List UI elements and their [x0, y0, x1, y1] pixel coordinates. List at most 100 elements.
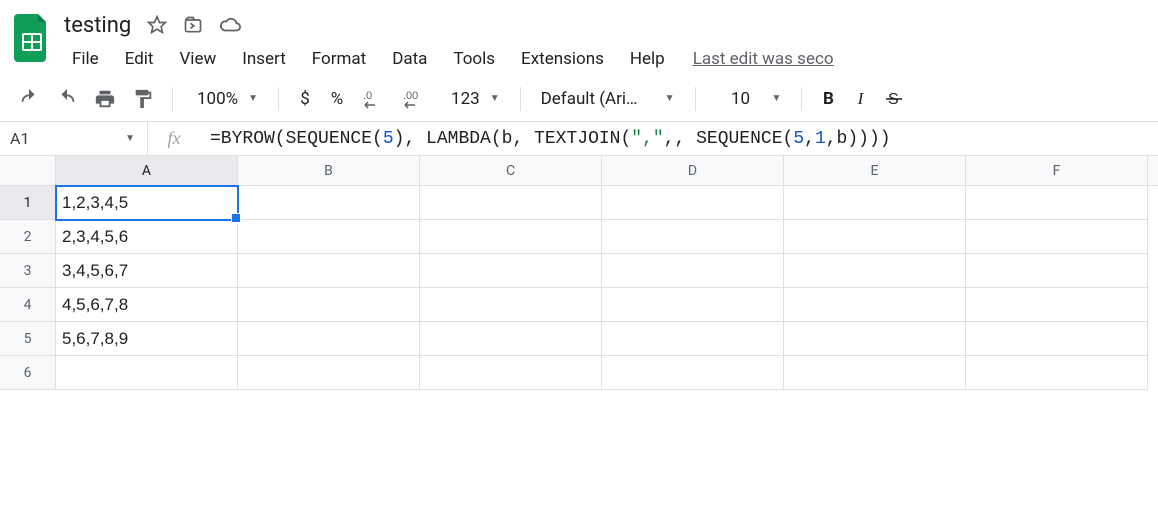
strikethrough-button[interactable]: S: [878, 84, 910, 114]
column-header[interactable]: C: [420, 156, 602, 185]
cell[interactable]: [238, 254, 420, 288]
title-icons: [147, 15, 241, 35]
cell[interactable]: [238, 356, 420, 390]
name-box[interactable]: A1 ▼: [0, 122, 148, 155]
cell[interactable]: [602, 254, 784, 288]
currency-button[interactable]: $: [291, 84, 319, 114]
more-formats-dropdown[interactable]: 123 ▼: [439, 89, 508, 109]
cell[interactable]: [784, 254, 966, 288]
cell[interactable]: 5,6,7,8,9: [56, 322, 238, 356]
zoom-dropdown[interactable]: 100% ▼: [185, 89, 266, 109]
font-family-dropdown[interactable]: Default (Ari… ▼: [533, 89, 683, 109]
move-icon[interactable]: [183, 15, 203, 35]
paint-format-button[interactable]: [126, 84, 160, 114]
toolbar-separator: [801, 87, 802, 111]
cell[interactable]: [966, 322, 1148, 356]
menu-edit[interactable]: Edit: [113, 45, 166, 73]
cell[interactable]: [966, 186, 1148, 220]
bold-button[interactable]: B: [814, 84, 842, 114]
percent-button[interactable]: %: [323, 84, 351, 114]
star-icon[interactable]: [147, 15, 167, 35]
cell[interactable]: [420, 186, 602, 220]
cloud-icon[interactable]: [219, 15, 241, 35]
cell[interactable]: 4,5,6,7,8: [56, 288, 238, 322]
formula-part: ,: [804, 129, 815, 149]
menu-help[interactable]: Help: [618, 45, 677, 73]
cell[interactable]: [784, 220, 966, 254]
row-header[interactable]: 2: [0, 220, 56, 254]
column-header[interactable]: A: [56, 156, 238, 185]
menubar: File Edit View Insert Format Data Tools …: [60, 42, 1158, 76]
cell[interactable]: [602, 356, 784, 390]
row-header[interactable]: 1: [0, 186, 56, 220]
spreadsheet-grid: A B C D E F 1 1,2,3,4,5 2 2,3,4,5,6 3 3,…: [0, 156, 1158, 390]
more-formats-label: 123: [447, 89, 484, 109]
row-header[interactable]: 5: [0, 322, 56, 356]
formula-input[interactable]: =BYROW(SEQUENCE(5), LAMBDA(b, TEXTJOIN("…: [200, 122, 1158, 155]
cell[interactable]: 2,3,4,5,6: [56, 220, 238, 254]
row-header[interactable]: 4: [0, 288, 56, 322]
column-header[interactable]: F: [966, 156, 1148, 185]
cell[interactable]: [238, 288, 420, 322]
cell[interactable]: [784, 186, 966, 220]
cell[interactable]: [602, 220, 784, 254]
cell[interactable]: [420, 322, 602, 356]
column-header[interactable]: B: [238, 156, 420, 185]
increase-decimal-button[interactable]: .00: [395, 84, 435, 114]
menu-file[interactable]: File: [60, 45, 111, 73]
formula-part: ,b)))): [826, 129, 891, 149]
last-edit-link[interactable]: Last edit was seco: [693, 49, 834, 69]
cell[interactable]: [420, 254, 602, 288]
cell[interactable]: [602, 186, 784, 220]
menu-extensions[interactable]: Extensions: [509, 45, 616, 73]
cell[interactable]: [784, 288, 966, 322]
menu-insert[interactable]: Insert: [230, 45, 298, 73]
print-button[interactable]: [88, 84, 122, 114]
fx-label: fx: [148, 122, 200, 155]
formula-part: ), LAMBDA(b, TEXTJOIN(: [394, 129, 632, 149]
italic-button[interactable]: I: [846, 84, 874, 114]
name-box-value: A1: [10, 129, 29, 148]
cell[interactable]: [56, 356, 238, 390]
cell[interactable]: [784, 356, 966, 390]
cell[interactable]: [784, 322, 966, 356]
cell[interactable]: [966, 220, 1148, 254]
menu-data[interactable]: Data: [380, 45, 439, 73]
redo-button[interactable]: [50, 84, 84, 114]
cell[interactable]: [602, 288, 784, 322]
cell[interactable]: [420, 220, 602, 254]
cell[interactable]: [420, 356, 602, 390]
cell[interactable]: [966, 288, 1148, 322]
table-row: 6: [0, 356, 1158, 390]
row-header[interactable]: 3: [0, 254, 56, 288]
menu-tools[interactable]: Tools: [441, 45, 507, 73]
cell[interactable]: [966, 254, 1148, 288]
formula-bar: A1 ▼ fx =BYROW(SEQUENCE( 5 ), LAMBDA(b, TE…: [0, 122, 1158, 156]
sheets-logo[interactable]: [12, 8, 52, 62]
cell[interactable]: 3,4,5,6,7: [56, 254, 238, 288]
select-all-corner[interactable]: [0, 156, 56, 185]
cell[interactable]: 1,2,3,4,5: [56, 186, 238, 220]
cell[interactable]: [238, 186, 420, 220]
toolbar-separator: [695, 87, 696, 111]
title-row: testing: [60, 8, 1158, 42]
column-header[interactable]: D: [602, 156, 784, 185]
formula-part: =BYROW(SEQUENCE(: [210, 129, 383, 149]
undo-button[interactable]: [12, 84, 46, 114]
menu-view[interactable]: View: [167, 45, 228, 73]
cell[interactable]: [238, 322, 420, 356]
cell[interactable]: [420, 288, 602, 322]
cell[interactable]: [238, 220, 420, 254]
doc-title[interactable]: testing: [60, 11, 135, 40]
zoom-value: 100%: [193, 89, 242, 109]
menu-format[interactable]: Format: [300, 45, 378, 73]
column-header[interactable]: E: [784, 156, 966, 185]
table-row: 2 2,3,4,5,6: [0, 220, 1158, 254]
svg-text:.0: .0: [363, 90, 372, 102]
decrease-decimal-button[interactable]: .0: [355, 84, 391, 114]
cell[interactable]: [602, 322, 784, 356]
formula-number: 5: [793, 129, 804, 149]
font-size-dropdown[interactable]: 10 ▼: [708, 89, 790, 109]
row-header[interactable]: 6: [0, 356, 56, 390]
cell[interactable]: [966, 356, 1148, 390]
